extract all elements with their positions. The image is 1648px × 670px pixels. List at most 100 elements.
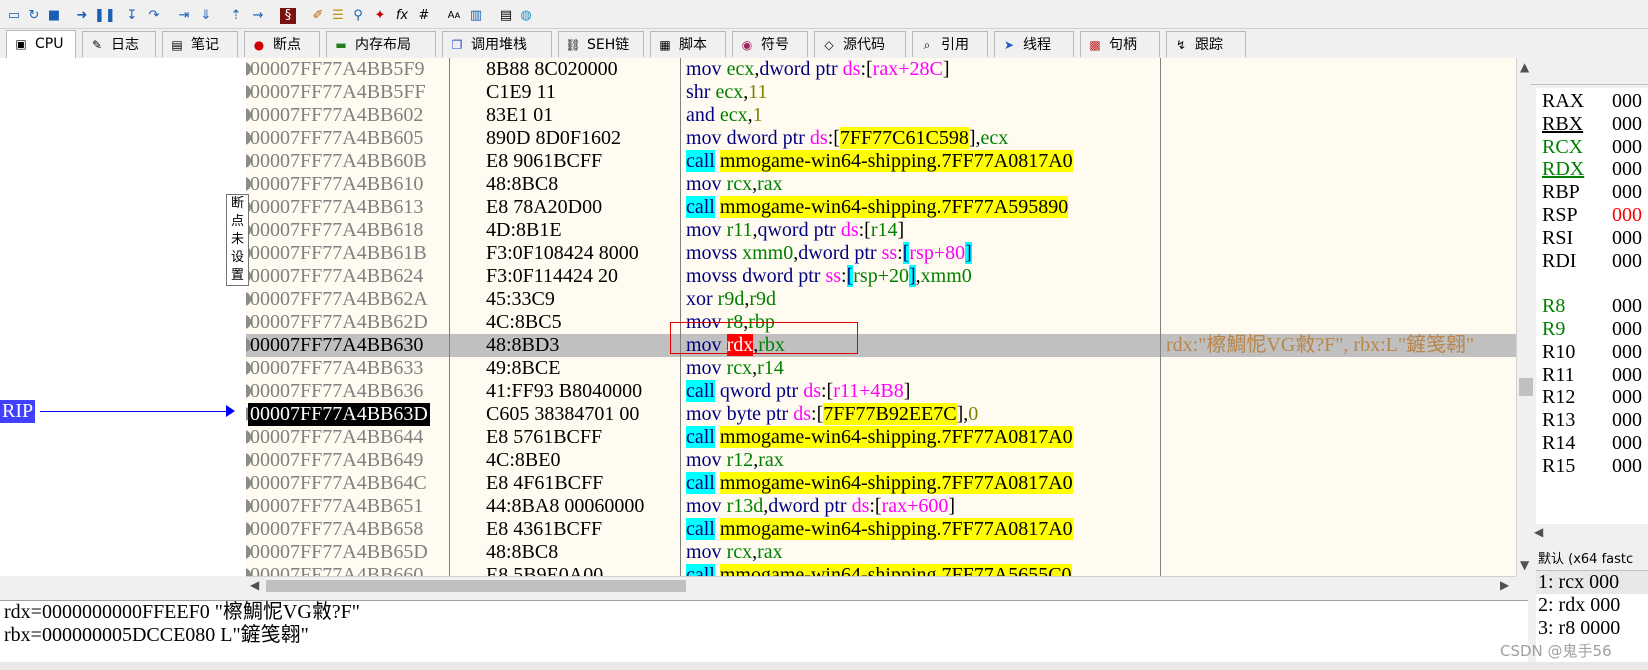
disasm-row[interactable]: 00007FF77A4BB644 E8 5761BCFF call mmogame-… bbox=[246, 426, 1516, 449]
register-name[interactable]: RSI bbox=[1542, 227, 1573, 250]
register-name[interactable]: RDX bbox=[1542, 158, 1584, 181]
register-name[interactable]: RCX bbox=[1542, 136, 1583, 159]
tab-trace[interactable]: ↯ 跟踪 bbox=[1166, 31, 1246, 57]
disasm-row[interactable]: 00007FF77A4BB649 4C:8BE0 mov r12,rax bbox=[246, 449, 1516, 472]
restart-icon[interactable]: ↻ bbox=[26, 8, 42, 24]
disasm-row[interactable]: 00007FF77A4BB618 4D:8B1E mov r11,qword ptr… bbox=[246, 219, 1516, 242]
tab-references[interactable]: ⌕ 引用 bbox=[912, 31, 988, 57]
scroll-right-icon[interactable]: ▶ bbox=[1500, 578, 1509, 592]
register-value[interactable]: 000 bbox=[1612, 341, 1642, 364]
disasm-row[interactable]: 00007FF77A4BB660 E8 5B9E0A00 call mmogame-… bbox=[246, 564, 1516, 576]
register-value[interactable]: 000 bbox=[1612, 432, 1642, 455]
disasm-row[interactable]: 00007FF77A4BB658 E8 4361BCFF call mmogame-… bbox=[246, 518, 1516, 541]
calculator-icon[interactable]: ▥ bbox=[468, 8, 484, 24]
disasm-row[interactable]: 00007FF77A4BB62D 4C:8BC5 mov r8,rbp bbox=[246, 311, 1516, 334]
disasm-row[interactable]: 00007FF77A4BB605 890D 8D0F1602 mov dword p… bbox=[246, 127, 1516, 150]
register-name[interactable]: RAX bbox=[1542, 90, 1584, 113]
open-icon[interactable]: ▭ bbox=[6, 8, 22, 24]
scrollbar-thumb[interactable] bbox=[1519, 378, 1533, 396]
disasm-row[interactable]: 00007FF77A4BB610 48:8BC8 mov rcx,rax bbox=[246, 173, 1516, 196]
tab-script[interactable]: ▦ 脚本 bbox=[650, 31, 726, 57]
register-name[interactable]: R12 bbox=[1542, 386, 1575, 409]
register-value[interactable]: 000 bbox=[1612, 455, 1642, 478]
scroll-up-icon[interactable]: ▲ bbox=[1520, 60, 1529, 74]
tab-log[interactable]: ✎ 日志 bbox=[82, 31, 156, 57]
disasm-row[interactable]: 00007FF77A4BB613 E8 78A20D00 call mmogame-… bbox=[246, 196, 1516, 219]
register-value[interactable]: 000 bbox=[1612, 318, 1642, 341]
memory-icon[interactable]: ▤ bbox=[498, 8, 514, 24]
disasm-row[interactable]: 00007FF77A4BB633 49:8BCE mov rcx,r14 bbox=[246, 357, 1516, 380]
scylla-icon[interactable]: § bbox=[280, 8, 296, 24]
register-value[interactable]: 000 bbox=[1612, 181, 1642, 204]
register-name[interactable]: R14 bbox=[1542, 432, 1575, 455]
register-name[interactable]: RSP bbox=[1542, 204, 1578, 227]
register-value[interactable]: 000 bbox=[1612, 204, 1642, 227]
register-name[interactable]: RBP bbox=[1542, 181, 1580, 204]
step-into-icon[interactable]: ↧ bbox=[124, 8, 140, 24]
bookmarks-icon[interactable]: ✦ bbox=[372, 8, 388, 24]
disasm-row[interactable]: 00007FF77A4BB63D C605 38384701 00 mov byte… bbox=[246, 403, 1516, 426]
variables-icon[interactable]: # bbox=[416, 8, 432, 24]
run-to-user-code-icon[interactable]: ⇝ bbox=[250, 8, 266, 24]
comments-icon[interactable]: ☰ bbox=[330, 8, 346, 24]
scroll-left-icon[interactable]: ◀ bbox=[250, 578, 259, 592]
disassembly-view[interactable]: 00007FF77A4BB5F9 8B88 8C020000 mov ecx,dwo… bbox=[246, 58, 1516, 576]
branch-gutter[interactable]: RIP 断点未设置 bbox=[0, 58, 250, 576]
register-value[interactable]: 000 bbox=[1612, 136, 1642, 159]
scroll-left-icon[interactable]: ◀ bbox=[1534, 525, 1543, 539]
patch-icon[interactable]: ✐ bbox=[310, 8, 326, 24]
run-icon[interactable]: ➜ bbox=[74, 8, 90, 24]
register-value[interactable]: 000 bbox=[1612, 158, 1642, 181]
disasm-row[interactable]: 00007FF77A4BB61B F3:0F108424 8000 movss xm… bbox=[246, 242, 1516, 265]
tab-symbols[interactable]: ◉ 符号 bbox=[732, 31, 808, 57]
register-name[interactable]: RBX bbox=[1542, 113, 1583, 136]
pause-icon[interactable]: ❚❚ bbox=[94, 8, 116, 24]
disasm-row[interactable]: 00007FF77A4BB60B E8 9061BCFF call mmogame-… bbox=[246, 150, 1516, 173]
tab-memory-map[interactable]: ▬ 内存布局 bbox=[326, 31, 436, 57]
functions-icon[interactable]: fx bbox=[394, 8, 410, 24]
disasm-row[interactable]: 00007FF77A4BB5F9 8B88 8C020000 mov ecx,dwo… bbox=[246, 58, 1516, 81]
disassembly-vertical-scrollbar[interactable]: ▲ ▼ bbox=[1516, 58, 1535, 576]
register-value[interactable]: 000 bbox=[1612, 90, 1642, 113]
tab-seh-chain[interactable]: ⛓ SEH链 bbox=[558, 31, 644, 57]
register-name[interactable]: RDI bbox=[1542, 250, 1576, 273]
tab-handles[interactable]: ▩ 句柄 bbox=[1080, 31, 1160, 57]
disassembly-horizontal-scrollbar[interactable]: ◀ ▶ bbox=[246, 576, 1516, 595]
register-value[interactable]: 000 bbox=[1612, 364, 1642, 387]
register-name[interactable]: R10 bbox=[1542, 341, 1575, 364]
disasm-row[interactable]: 00007FF77A4BB65D 48:8BC8 mov rcx,rax bbox=[246, 541, 1516, 564]
trace-over-icon[interactable]: ⇓ bbox=[198, 8, 214, 24]
register-name[interactable]: R9 bbox=[1542, 318, 1565, 341]
register-name[interactable]: R11 bbox=[1542, 364, 1575, 387]
tab-source[interactable]: ◇ 源代码 bbox=[814, 31, 906, 57]
disasm-row[interactable]: 00007FF77A4BB636 41:FF93 B8040000 call qwo… bbox=[246, 380, 1516, 403]
stop-icon[interactable]: ■ bbox=[46, 8, 62, 24]
register-value[interactable]: 000 bbox=[1612, 113, 1642, 136]
disasm-row[interactable]: 00007FF77A4BB64C E8 4F61BCFF call mmogame-… bbox=[246, 472, 1516, 495]
tab-cpu[interactable]: ▣ CPU bbox=[6, 30, 76, 58]
tab-threads[interactable]: ➤ 线程 bbox=[994, 31, 1074, 57]
execute-till-return-icon[interactable]: ⇡ bbox=[228, 8, 244, 24]
register-name[interactable]: R13 bbox=[1542, 409, 1575, 432]
disasm-row[interactable]: 00007FF77A4BB624 F3:0F114424 20 movss dwor… bbox=[246, 265, 1516, 288]
trace-into-icon[interactable]: ⇥ bbox=[176, 8, 192, 24]
step-over-icon[interactable]: ↷ bbox=[146, 8, 162, 24]
tab-breakpoints[interactable]: ● 断点 bbox=[244, 31, 320, 57]
register-name[interactable]: R15 bbox=[1542, 455, 1575, 478]
register-horizontal-scrollbar[interactable]: ◀ bbox=[1530, 524, 1648, 542]
disasm-row[interactable]: 00007FF77A4BB630 48:8BD3 mov rdx,rbx rdx:"檫… bbox=[246, 334, 1516, 357]
strings-icon[interactable]: Aᴀ bbox=[446, 8, 462, 24]
tab-call-stack[interactable]: ❐ 调用堆栈 bbox=[442, 31, 552, 57]
scrollbar-thumb[interactable] bbox=[266, 580, 686, 592]
globe-icon[interactable]: ◍ bbox=[518, 8, 534, 24]
register-value[interactable]: 000 bbox=[1612, 227, 1642, 250]
register-value[interactable]: 000 bbox=[1612, 409, 1642, 432]
scroll-down-icon[interactable]: ▼ bbox=[1520, 558, 1529, 572]
register-value[interactable]: 000 bbox=[1612, 386, 1642, 409]
labels-icon[interactable]: ⚲ bbox=[350, 8, 366, 24]
disasm-row[interactable]: 00007FF77A4BB5FF C1E9 11 shr ecx,11 bbox=[246, 81, 1516, 104]
disasm-row[interactable]: 00007FF77A4BB651 44:8BA8 00060000 mov r13d… bbox=[246, 495, 1516, 518]
disasm-row[interactable]: 00007FF77A4BB62A 45:33C9 xor r9d,r9d bbox=[246, 288, 1516, 311]
tab-notes[interactable]: ▤ 笔记 bbox=[162, 31, 238, 57]
register-panel[interactable]: RAX 000 RBX 000 RCX 000 RDX 000 RBP 000 RSP 000 RSI 0… bbox=[1536, 88, 1648, 528]
